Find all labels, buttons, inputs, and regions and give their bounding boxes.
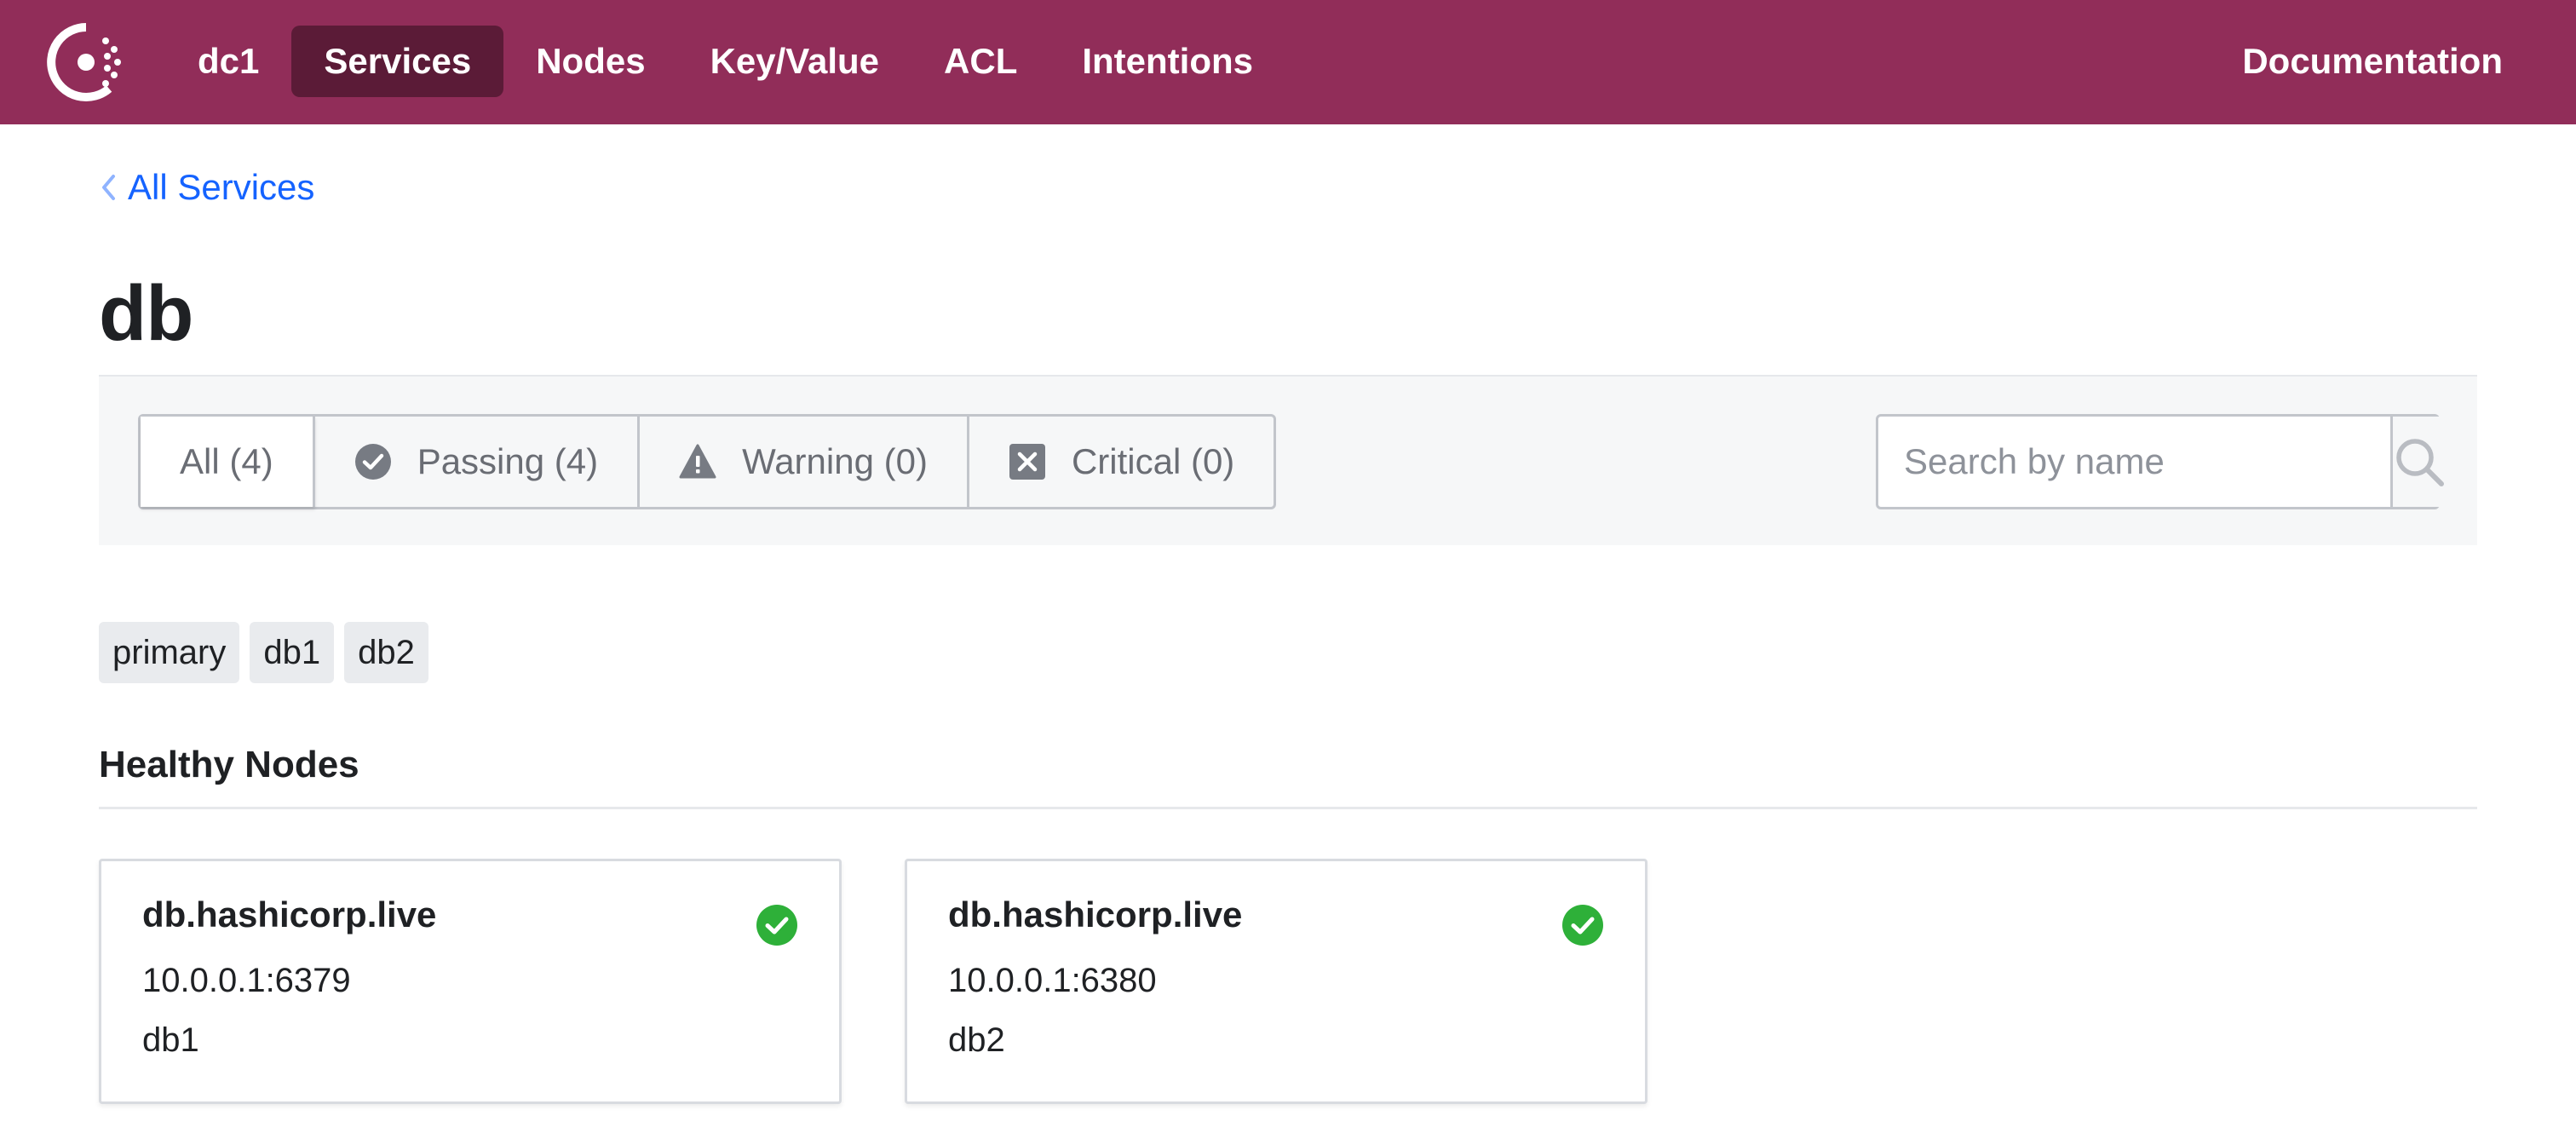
node-card-node: db2: [948, 1021, 1005, 1059]
passing-check-icon: [756, 905, 797, 946]
warning-triangle-icon: [679, 444, 716, 479]
x-square-icon: [1009, 444, 1045, 480]
node-card-name: db.hashicorp.live: [142, 894, 437, 935]
check-circle-icon: [354, 444, 391, 480]
main-nav: dc1 Services Nodes Key/Value ACL Intenti…: [165, 26, 1285, 97]
passing-check-icon: [1562, 905, 1603, 946]
consul-logo-icon[interactable]: [46, 22, 126, 102]
node-card[interactable]: db.hashicorp.live 10.0.0.1:6380 db2: [905, 859, 1647, 1104]
chevron-left-icon: [102, 175, 115, 200]
nav-nodes[interactable]: Nodes: [503, 26, 677, 97]
tag: primary: [99, 622, 240, 683]
nav-right: Documentation: [2210, 26, 2535, 97]
filter-all-label: All (4): [180, 441, 273, 481]
search-button[interactable]: [2390, 417, 2446, 507]
node-card-node: db1: [142, 1021, 199, 1059]
breadcrumb-label: All Services: [128, 167, 315, 207]
filter-critical[interactable]: Critical (0): [969, 417, 1274, 507]
filter-passing[interactable]: Passing (4): [315, 417, 641, 507]
node-card-name: db.hashicorp.live: [948, 894, 1243, 935]
search-input[interactable]: [1878, 417, 2390, 507]
nav-documentation[interactable]: Documentation: [2210, 26, 2535, 97]
healthy-nodes-list: db.hashicorp.live 10.0.0.1:6379 db1 db.h…: [99, 859, 1647, 1104]
nav-key-value[interactable]: Key/Value: [678, 26, 911, 97]
node-card-address: 10.0.0.1:6379: [142, 962, 351, 999]
datacenter-selector[interactable]: dc1: [165, 26, 291, 97]
page-title: db: [99, 270, 193, 357]
nav-services[interactable]: Services: [291, 26, 504, 97]
health-filter-group: All (4) Passing (4) Warning (0) Critical…: [138, 414, 1277, 509]
tag: db1: [250, 622, 335, 683]
nav-intentions[interactable]: Intentions: [1049, 26, 1285, 97]
healthy-nodes-heading: Healthy Nodes: [99, 739, 2477, 809]
filter-bar: All (4) Passing (4) Warning (0) Critical…: [99, 375, 2477, 545]
top-navigation: dc1 Services Nodes Key/Value ACL Intenti…: [0, 0, 2576, 124]
tag: db2: [344, 622, 428, 683]
filter-all[interactable]: All (4): [141, 417, 315, 507]
filter-critical-label: Critical (0): [1071, 441, 1235, 481]
breadcrumb-all-services[interactable]: All Services: [99, 162, 314, 213]
node-card[interactable]: db.hashicorp.live 10.0.0.1:6379 db1: [99, 859, 842, 1104]
filter-passing-label: Passing (4): [417, 441, 599, 481]
search-box: [1876, 414, 2446, 509]
node-card-address: 10.0.0.1:6380: [948, 962, 1157, 999]
service-tags: primary db1 db2: [99, 622, 428, 683]
search-icon: [2396, 439, 2444, 486]
nav-acl[interactable]: ACL: [911, 26, 1049, 97]
filter-warning-label: Warning (0): [742, 441, 928, 481]
filter-warning[interactable]: Warning (0): [640, 417, 969, 507]
